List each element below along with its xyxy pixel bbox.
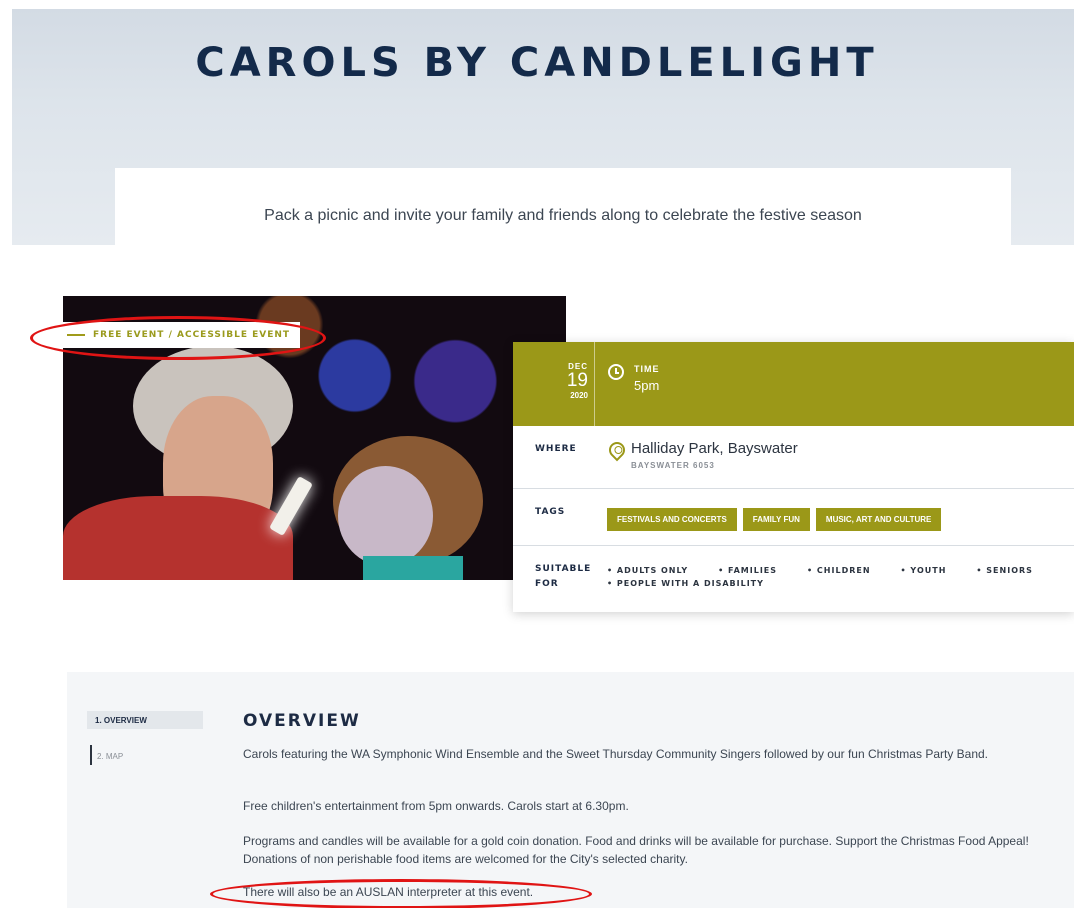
date-time-bar: DEC 19 2020 TIME 5pm <box>513 342 1074 426</box>
suitable-item: • YOUTH <box>900 566 947 575</box>
suitable-item: • FAMILIES <box>718 566 778 575</box>
badge-dash <box>67 334 85 336</box>
tag-music-art-culture[interactable]: MUSIC, ART AND CULTURE <box>815 508 942 531</box>
nav-item-map[interactable]: 2. MAP <box>97 752 123 761</box>
badge-label: FREE EVENT / ACCESSIBLE EVENT <box>93 330 291 340</box>
where-label: WHERE <box>535 444 577 454</box>
tag-family-fun[interactable]: FAMILY FUN <box>742 508 810 531</box>
venue-name: Halliday Park, Bayswater <box>631 440 798 457</box>
overview-paragraph: Carols featuring the WA Symphonic Wind E… <box>243 747 989 761</box>
event-info-card: DEC 19 2020 TIME 5pm WHERE Halliday Park… <box>513 342 1074 612</box>
photo-girl-face <box>338 466 433 566</box>
suitable-label: SUITABLE FOR <box>535 562 591 592</box>
overview-paragraph: Programs and candles will be available f… <box>243 834 1029 866</box>
date-year: 2020 <box>570 391 588 400</box>
suitable-list: • ADULTS ONLY • FAMILIES • CHILDREN • YO… <box>607 566 1067 592</box>
divider <box>513 545 1074 546</box>
photo-woman-body <box>63 496 293 580</box>
overview-section <box>67 672 1074 908</box>
page-subtitle: Pack a picnic and invite your family and… <box>264 207 862 224</box>
photo-girl-shirt <box>363 556 463 580</box>
time-value: 5pm <box>634 378 660 393</box>
tags-label: TAGS <box>535 507 566 517</box>
event-date: DEC 19 2020 <box>513 342 595 426</box>
suitable-item: • CHILDREN <box>807 566 871 575</box>
tag-list: FESTIVALS AND CONCERTS FAMILY FUN MUSIC,… <box>607 508 942 531</box>
nav-active-marker <box>90 745 92 765</box>
venue-suburb: BAYSWATER 6053 <box>631 461 715 470</box>
location-pin-icon <box>605 438 629 462</box>
suitable-label-line-2: FOR <box>535 579 559 589</box>
suitable-item: • ADULTS ONLY <box>607 566 689 575</box>
nav-item-overview[interactable]: 1. OVERVIEW <box>87 711 203 729</box>
tag-festivals[interactable]: FESTIVALS AND CONCERTS <box>607 508 737 531</box>
suitable-item: • SENIORS <box>976 566 1033 575</box>
divider <box>513 488 1074 489</box>
overview-paragraph: Free children's entertainment from 5pm o… <box>243 799 629 813</box>
overview-paragraph: There will also be an AUSLAN interpreter… <box>243 885 534 899</box>
event-type-badge: FREE EVENT / ACCESSIBLE EVENT <box>63 322 301 348</box>
date-day: 19 <box>566 370 588 391</box>
clock-icon <box>608 364 624 380</box>
suitable-item: • PEOPLE WITH A DISABILITY <box>607 579 764 588</box>
page-title: CAROLS BY CANDLELIGHT <box>195 40 879 86</box>
time-label: TIME <box>634 364 660 374</box>
overview-heading: OVERVIEW <box>243 711 361 731</box>
suitable-label-line-1: SUITABLE <box>535 564 592 574</box>
